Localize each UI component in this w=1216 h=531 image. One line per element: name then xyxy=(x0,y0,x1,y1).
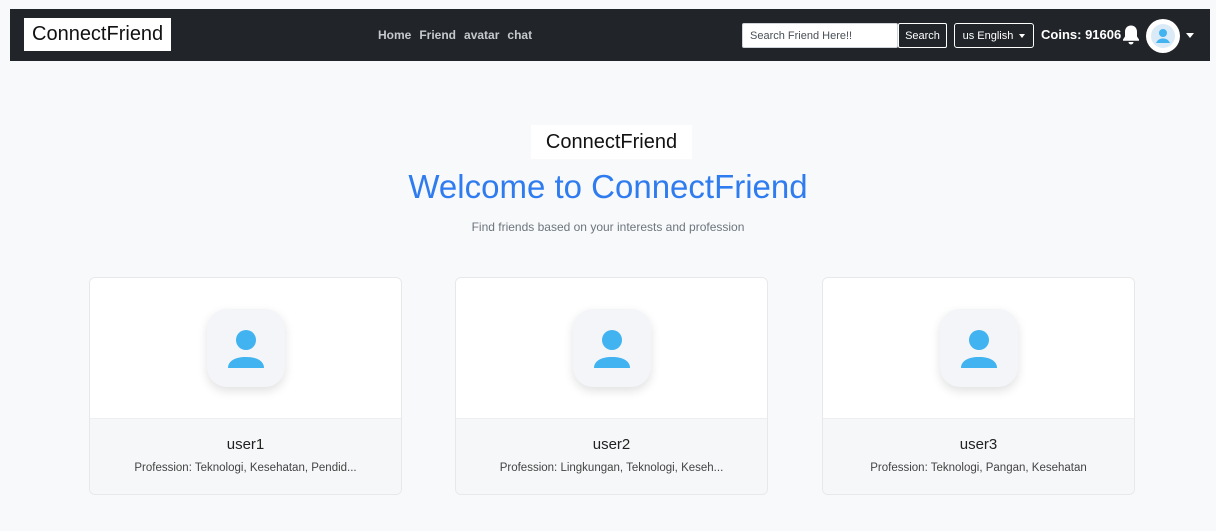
user-card-3[interactable]: user3 Profession: Teknologi, Pangan, Kes… xyxy=(822,277,1135,495)
card-image-area xyxy=(90,278,401,418)
language-label: English xyxy=(977,29,1014,42)
brand-logo-link[interactable]: ConnectFriend xyxy=(24,18,171,51)
user-avatar-icon xyxy=(572,309,651,387)
page-subtitle: Find friends based on your interests and… xyxy=(471,220,745,234)
card-body: user3 Profession: Teknologi, Pangan, Kes… xyxy=(823,418,1134,494)
nav-link-home[interactable]: Home xyxy=(378,28,411,42)
language-dropdown[interactable]: us English xyxy=(954,23,1034,48)
search-friend-input[interactable] xyxy=(742,23,898,48)
top-navbar: ConnectFriend Home Friend avatar chat Se… xyxy=(10,9,1210,61)
user-name: user3 xyxy=(959,436,998,453)
language-flag-code: us xyxy=(962,29,975,42)
bell-icon[interactable] xyxy=(1121,24,1141,46)
profile-avatar-button[interactable] xyxy=(1146,19,1180,53)
profile-caret-down-icon[interactable] xyxy=(1186,33,1194,38)
nav-links: Home Friend avatar chat xyxy=(378,9,532,61)
hero-logo: ConnectFriend xyxy=(531,125,692,159)
card-image-area xyxy=(823,278,1134,418)
coins-display: Coins: 91606 xyxy=(1041,9,1121,61)
user-name: user2 xyxy=(592,436,631,453)
search-button[interactable]: Search xyxy=(898,23,947,48)
card-body: user2 Profession: Lingkungan, Teknologi,… xyxy=(456,418,767,494)
user-card-2[interactable]: user2 Profession: Lingkungan, Teknologi,… xyxy=(455,277,768,495)
user-profession: Profession: Teknologi, Pangan, Kesehatan xyxy=(870,462,1087,474)
user-profession: Profession: Teknologi, Kesehatan, Pendid… xyxy=(134,462,357,474)
user-avatar-icon xyxy=(1151,24,1175,48)
nav-link-chat[interactable]: chat xyxy=(507,28,532,42)
nav-link-friend[interactable]: Friend xyxy=(419,28,456,42)
card-image-area xyxy=(456,278,767,418)
user-card-1[interactable]: user1 Profession: Teknologi, Kesehatan, … xyxy=(89,277,402,495)
user-profession: Profession: Lingkungan, Teknologi, Keseh… xyxy=(499,462,724,474)
user-avatar-icon xyxy=(206,309,285,387)
card-body: user1 Profession: Teknologi, Kesehatan, … xyxy=(90,418,401,494)
coins-label: Coins: xyxy=(1041,27,1082,42)
caret-down-icon xyxy=(1019,33,1026,38)
user-name: user1 xyxy=(226,436,265,453)
user-avatar-icon xyxy=(939,309,1018,387)
page-title: Welcome to ConnectFriend xyxy=(408,168,808,205)
coins-value: 91606 xyxy=(1085,27,1122,42)
nav-link-avatar[interactable]: avatar xyxy=(464,28,499,42)
